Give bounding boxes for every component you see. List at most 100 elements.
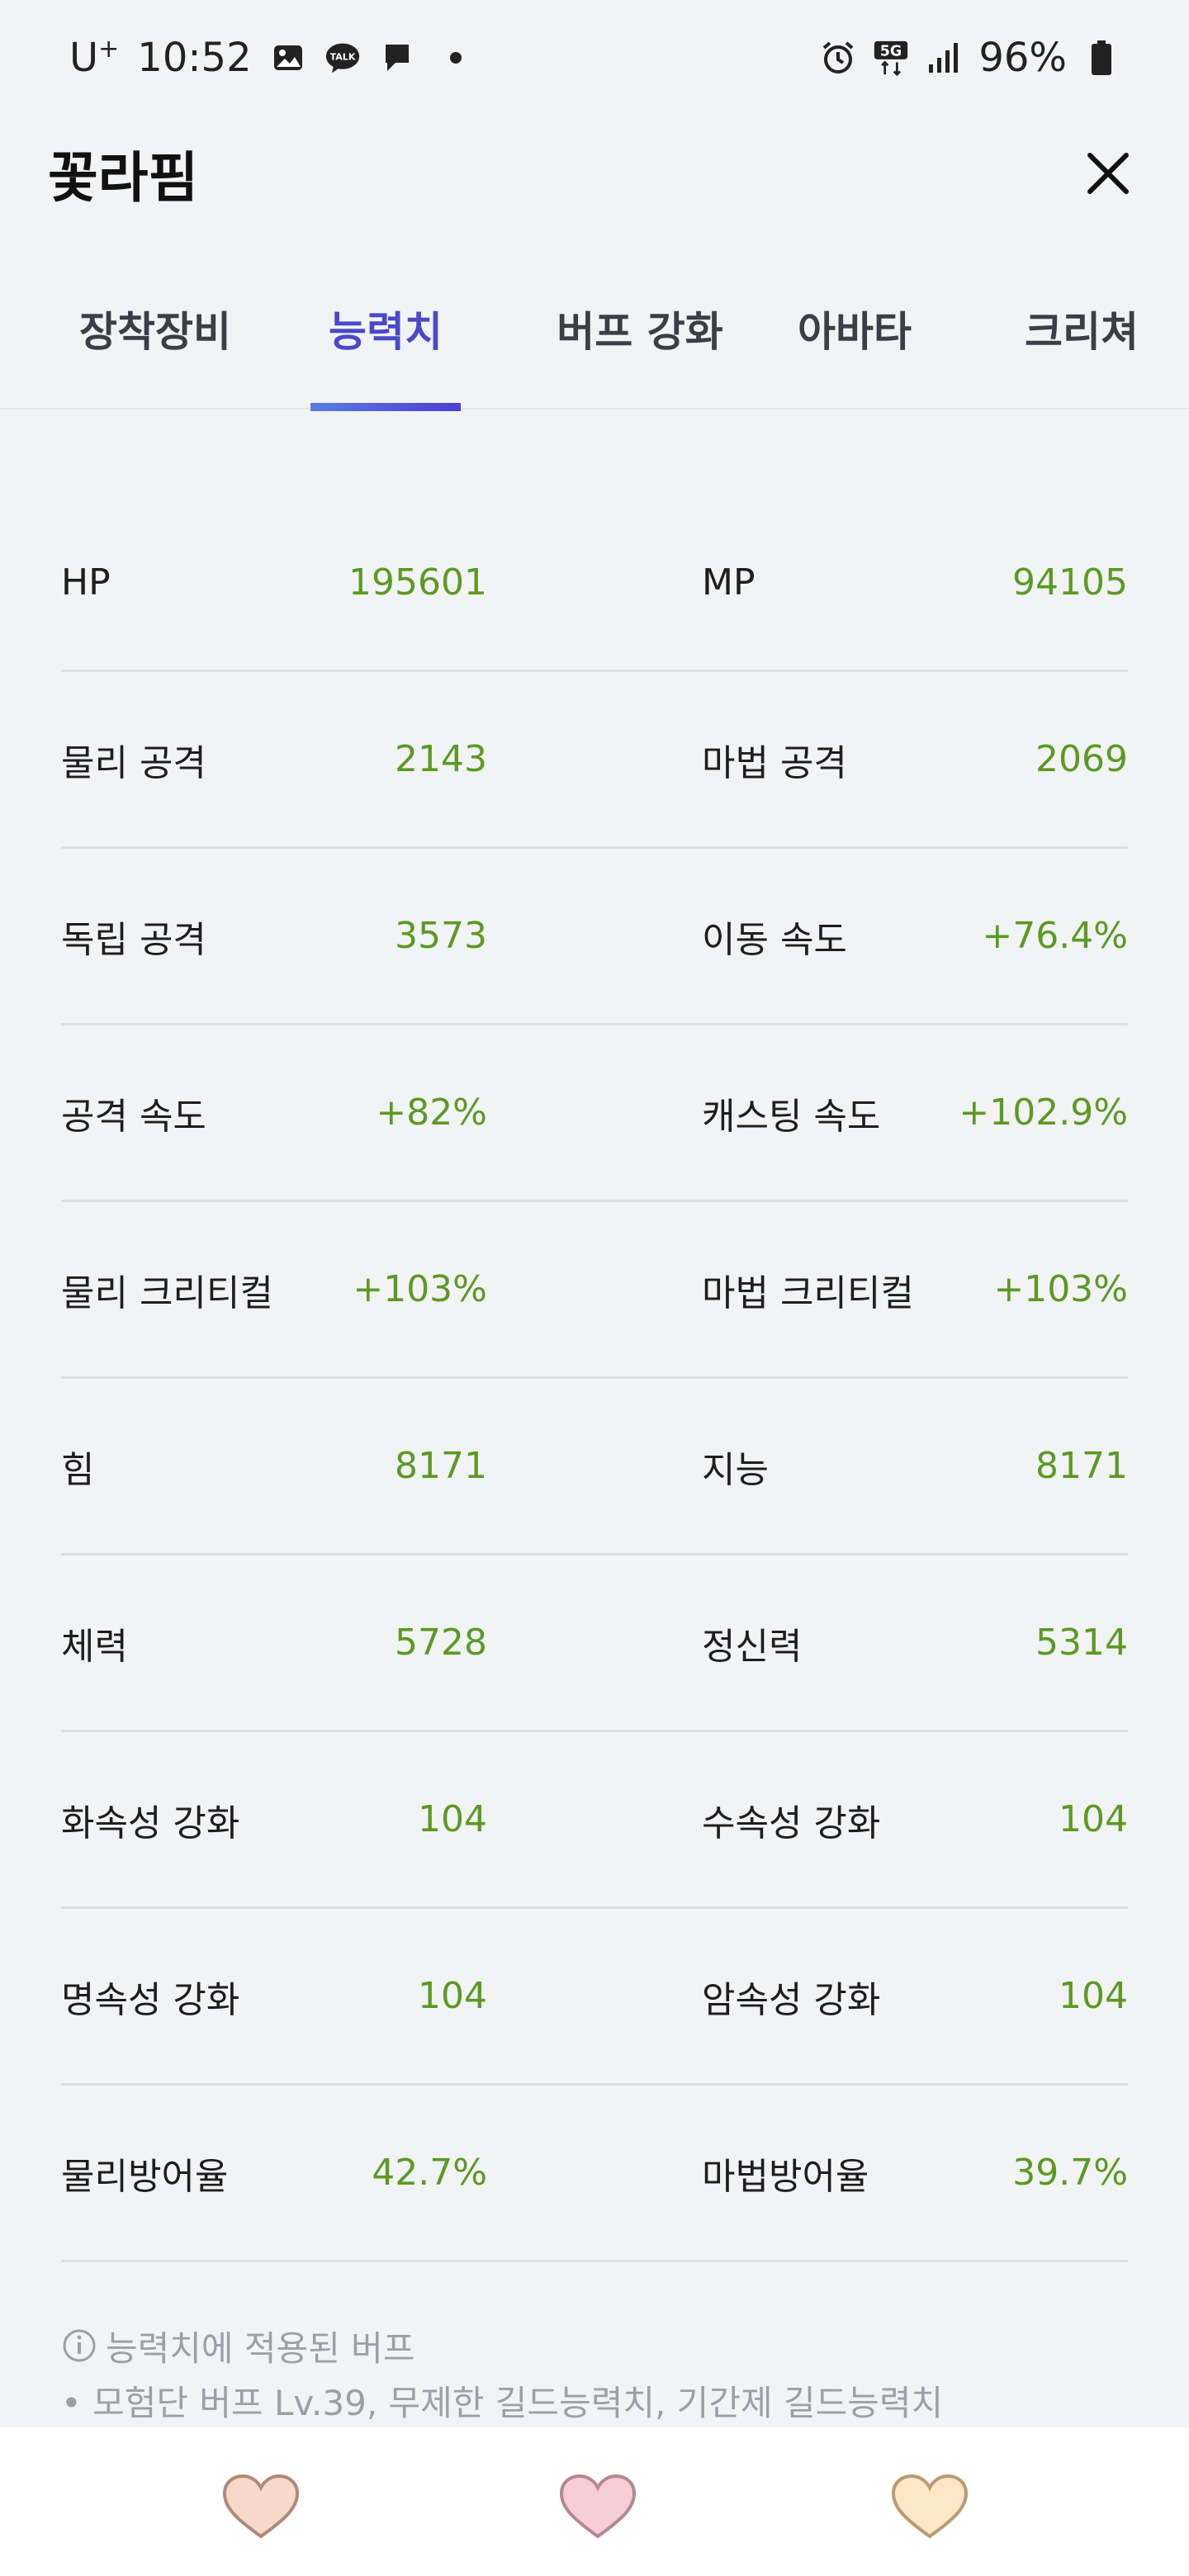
stat-value: 2143 — [395, 738, 487, 780]
stat-cell: 캐스팅 속도 +102.9% — [702, 1025, 1128, 1200]
gallery-icon — [270, 40, 306, 76]
stat-row: 공격 속도 +82% 캐스팅 속도 +102.9% — [61, 1025, 1128, 1202]
stat-value: 39.7% — [1012, 2152, 1128, 2194]
stat-label: 이동 속도 — [702, 918, 847, 961]
stat-label: MP — [702, 561, 756, 604]
heart-button-2[interactable] — [558, 2474, 637, 2540]
buff-note-title: 능력치에 적용된 버프 — [106, 2327, 415, 2369]
stat-row: 독립 공격 3573 이동 속도 +76.4% — [61, 849, 1128, 1025]
stat-cell: 마법방어율 39.7% — [702, 2086, 1128, 2260]
tab-label: 아바타 — [798, 308, 912, 356]
stat-value: 3573 — [395, 915, 487, 957]
stat-value: 8171 — [1035, 1445, 1128, 1487]
stat-value: +76.4% — [982, 915, 1128, 957]
stat-cell: 암속성 강화 104 — [702, 1909, 1128, 2083]
tab-buff-enhance[interactable]: 버프 강화 — [528, 248, 751, 410]
stat-row: 명속성 강화 104 암속성 강화 104 — [61, 1909, 1128, 2086]
buff-note: 능력치에 적용된 버프 • 모험단 버프 Lv.39, 무제한 길드능력치, 기… — [61, 2320, 1135, 2426]
stats-table: HP 195601 MP 94105 물리 공격 2143 마법 공격 2069 독립 … — [61, 495, 1128, 2262]
carrier-label: U+ — [69, 35, 119, 81]
stat-label: 마법방어율 — [702, 2155, 869, 2198]
tab-equipment[interactable]: 장착장비 — [64, 248, 246, 410]
heart-button-3[interactable] — [890, 2474, 969, 2540]
stat-cell: MP 94105 — [702, 495, 1128, 670]
status-bar: U+ 10:52 TALK 5G 96% — [0, 0, 1189, 116]
notification-dot-icon — [449, 52, 462, 64]
stat-value: 5314 — [1035, 1622, 1128, 1664]
stat-value: 42.7% — [372, 2152, 487, 2194]
tab-bar: 장착장비 능력치 버프 강화 아바타 크리쳐 — [0, 248, 1189, 411]
stat-cell: 독립 공격 3573 — [61, 849, 487, 1023]
stat-label: 독립 공격 — [61, 918, 206, 961]
status-left: U+ 10:52 TALK — [69, 35, 462, 81]
stat-value: 8171 — [395, 1445, 487, 1487]
alarm-icon — [820, 40, 856, 76]
signal-icon — [926, 40, 962, 76]
stat-label: 힘 — [61, 1448, 95, 1491]
stat-label: 체력 — [61, 1625, 128, 1668]
stat-value: 104 — [1059, 1798, 1128, 1840]
heart-icon — [891, 2474, 969, 2539]
stat-value: 2069 — [1035, 738, 1128, 780]
stat-cell: 마법 공격 2069 — [702, 672, 1128, 846]
heart-icon — [222, 2474, 300, 2539]
stat-value: 5728 — [395, 1622, 487, 1664]
tab-avatar[interactable]: 아바타 — [793, 248, 917, 410]
page-title: 꽃라핌 — [48, 146, 199, 210]
carrier-sup: + — [98, 35, 120, 64]
stat-cell: 수속성 강화 104 — [702, 1732, 1128, 1906]
stat-label: 물리방어율 — [61, 2155, 229, 2198]
stat-label: 캐스팅 속도 — [702, 1095, 881, 1138]
stat-value: 94105 — [1012, 561, 1128, 604]
stat-label: 수속성 강화 — [702, 1802, 881, 1844]
status-right: 5G 96% — [820, 35, 1120, 81]
message-icon — [379, 40, 415, 76]
bottom-bar — [0, 2427, 1189, 2576]
tab-label: 능력치 — [329, 308, 443, 356]
stat-value: +102.9% — [959, 1091, 1128, 1134]
buff-note-title-row: 능력치에 적용된 버프 — [61, 2320, 1135, 2371]
stat-label: 암속성 강화 — [702, 1978, 881, 2021]
header: 꽃라핌 — [0, 116, 1189, 231]
stat-cell: 물리 크리티컬 +103% — [61, 1202, 487, 1376]
stat-cell: 마법 크리티컬 +103% — [702, 1202, 1128, 1376]
stat-row: 물리 크리티컬 +103% 마법 크리티컬 +103% — [61, 1202, 1128, 1379]
stat-value: 195601 — [348, 561, 487, 604]
stat-label: 마법 크리티컬 — [702, 1271, 914, 1314]
stat-cell: 화속성 강화 104 — [61, 1732, 487, 1906]
stat-value: 104 — [418, 1975, 487, 2017]
stat-label: 정신력 — [702, 1625, 803, 1668]
stat-label: 화속성 강화 — [61, 1802, 240, 1844]
svg-text:TALK: TALK — [329, 52, 355, 63]
close-button[interactable] — [1075, 140, 1141, 206]
stat-cell: 정신력 5314 — [702, 1556, 1128, 1730]
heart-button-1[interactable] — [221, 2474, 301, 2540]
stat-label: 물리 크리티컬 — [61, 1271, 273, 1314]
stat-row: 화속성 강화 104 수속성 강화 104 — [61, 1732, 1128, 1909]
stat-row: 물리방어율 42.7% 마법방어율 39.7% — [61, 2086, 1128, 2262]
stat-cell: 명속성 강화 104 — [61, 1909, 487, 2083]
stat-cell: 물리방어율 42.7% — [61, 2086, 487, 2260]
stat-label: 물리 공격 — [61, 741, 206, 784]
tab-stats[interactable]: 능력치 — [310, 248, 461, 411]
stat-label: 공격 속도 — [61, 1095, 206, 1138]
stat-cell: HP 195601 — [61, 495, 487, 670]
stat-row: 힘 8171 지능 8171 — [61, 1379, 1128, 1556]
stat-cell: 이동 속도 +76.4% — [702, 849, 1128, 1023]
tab-label: 크리쳐 — [1025, 308, 1139, 356]
tab-label: 버프 강화 — [557, 308, 723, 356]
tab-label: 장착장비 — [79, 308, 231, 356]
stat-cell: 공격 속도 +82% — [61, 1025, 487, 1200]
tab-creature[interactable]: 크리쳐 — [999, 248, 1164, 410]
battery-percent: 96% — [978, 35, 1067, 81]
stat-label: 지능 — [702, 1448, 769, 1491]
close-icon — [1087, 153, 1129, 194]
stat-label: 명속성 강화 — [61, 1978, 240, 2021]
stat-value: +103% — [993, 1268, 1128, 1310]
stat-cell: 물리 공격 2143 — [61, 672, 487, 846]
stat-label: HP — [61, 561, 111, 604]
stat-value: 104 — [1059, 1975, 1128, 2017]
clock: 10:52 — [137, 35, 252, 81]
stat-row: HP 195601 MP 94105 — [61, 495, 1128, 672]
stat-value: +82% — [376, 1091, 487, 1134]
